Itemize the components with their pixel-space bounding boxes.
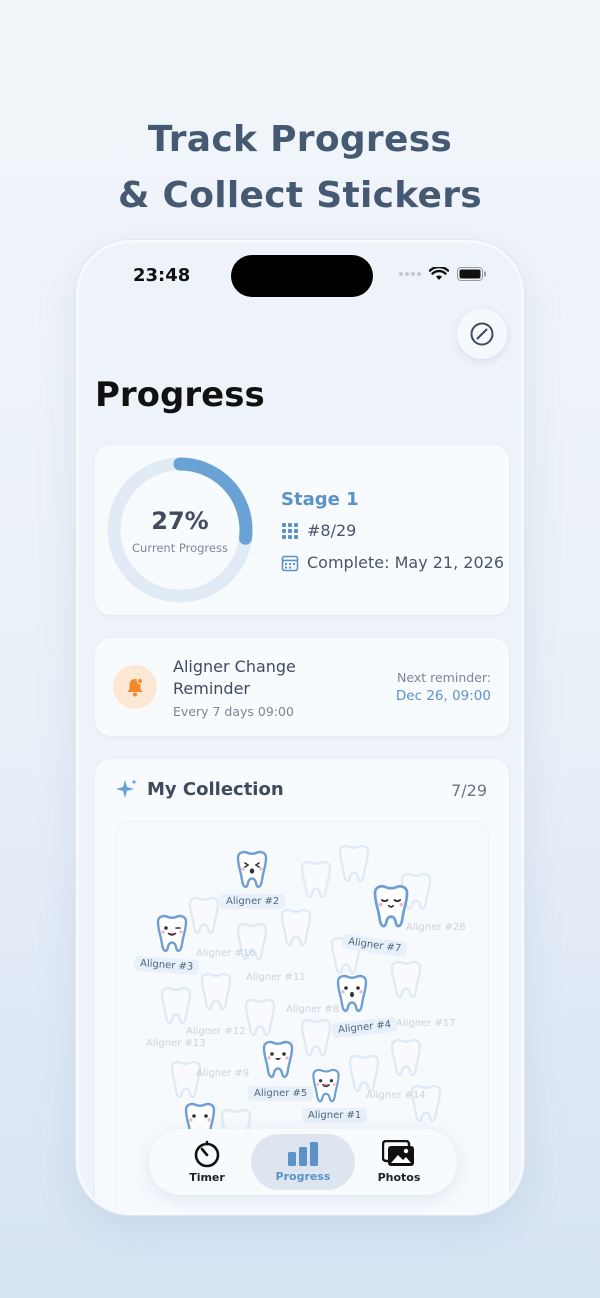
- reminder-title: Aligner Change Reminder: [173, 657, 296, 698]
- complete-date: Complete: May 21, 2026: [307, 553, 504, 572]
- locked-tooth-icon: [300, 860, 332, 898]
- edit-button[interactable]: [457, 309, 507, 359]
- locked-sticker-label: Aligner #16: [196, 948, 256, 959]
- locked-tooth-icon: [280, 908, 312, 946]
- tooth-sticker-3-icon[interactable]: [152, 914, 192, 956]
- aligner-index-row: #8/29: [281, 521, 356, 540]
- reminder-schedule: Every 7 days 09:00: [173, 704, 294, 719]
- locked-tooth-icon: [390, 960, 422, 998]
- bell-badge: [113, 665, 157, 709]
- locked-sticker-label: Aligner #28: [406, 922, 466, 933]
- tab-label: Photos: [377, 1171, 421, 1184]
- timer-icon: [194, 1140, 220, 1168]
- locked-tooth-icon: [244, 998, 276, 1036]
- locked-sticker-label: Aligner #17: [396, 1018, 456, 1029]
- sticker-label: Aligner #2: [220, 894, 286, 909]
- tooth-sticker-4-icon[interactable]: [332, 974, 372, 1016]
- tab-label: Timer: [189, 1171, 225, 1184]
- sticker-label: Aligner #5: [248, 1086, 314, 1101]
- stage-title: Stage 1: [281, 489, 359, 510]
- phone-frame: 23:48 Progress 27% Current Progress Stag…: [76, 240, 524, 1215]
- sparkle-icon: [116, 779, 137, 798]
- tooth-sticker-5-icon[interactable]: [258, 1040, 298, 1082]
- progress-ring-text: 27% Current Progress: [105, 455, 255, 605]
- grid-icon: [282, 522, 298, 539]
- battery-icon: [457, 267, 486, 281]
- dynamic-island: [231, 255, 373, 297]
- locked-tooth-icon: [390, 1038, 422, 1076]
- locked-tooth-icon: [160, 986, 192, 1024]
- status-icons: [399, 267, 487, 281]
- headline-line-2: & Collect Stickers: [117, 175, 483, 216]
- tooth-sticker-1-icon[interactable]: [308, 1068, 344, 1106]
- marketing-headline: Track Progress & Collect Stickers: [0, 112, 600, 224]
- sticker-label: Aligner #4: [331, 1016, 398, 1039]
- photos-icon: [382, 1140, 414, 1166]
- status-time: 23:48: [133, 265, 191, 286]
- next-reminder-value: Dec 26, 09:00: [395, 688, 491, 704]
- pencil-circle-icon: [470, 322, 494, 346]
- locked-tooth-icon: [170, 1060, 202, 1098]
- tab-label: Progress: [275, 1170, 331, 1183]
- locked-sticker-label: Aligner #13: [146, 1038, 206, 1049]
- locked-sticker-label: Aligner #11: [246, 972, 306, 983]
- tab-photos[interactable]: Photos: [347, 1134, 451, 1190]
- progress-percent: 27%: [151, 507, 209, 535]
- headline-line-1: Track Progress: [147, 119, 453, 160]
- tab-progress[interactable]: Progress: [251, 1134, 355, 1190]
- complete-date-row: Complete: May 21, 2026: [281, 553, 504, 572]
- calendar-icon: [281, 555, 299, 571]
- next-reminder-label: Next reminder:: [397, 670, 491, 685]
- page-title: Progress: [95, 375, 265, 415]
- locked-tooth-icon: [338, 844, 370, 882]
- locked-sticker-label: Aligner #12: [186, 1026, 246, 1037]
- locked-tooth-icon: [200, 972, 232, 1010]
- bell-icon: [127, 677, 144, 697]
- sticker-label: Aligner #3: [133, 955, 200, 976]
- progress-card[interactable]: 27% Current Progress Stage 1 #8/29 Compl…: [95, 445, 509, 615]
- progress-caption: Current Progress: [132, 541, 228, 555]
- wifi-icon: [429, 267, 449, 280]
- tooth-sticker-2-icon[interactable]: [232, 850, 272, 892]
- locked-sticker-label: Aligner #9: [196, 1068, 250, 1079]
- collection-count: 7/29: [451, 781, 487, 800]
- tooth-sticker-7-icon[interactable]: [368, 884, 414, 932]
- tab-timer[interactable]: Timer: [155, 1134, 259, 1190]
- tab-bar: Timer Progress Photos: [149, 1129, 457, 1195]
- cellular-signal-icon: [399, 272, 421, 276]
- sticker-label: Aligner #1: [302, 1108, 368, 1123]
- reminder-card[interactable]: Aligner Change Reminder Every 7 days 09:…: [95, 638, 509, 736]
- aligner-index: #8/29: [307, 521, 357, 540]
- locked-tooth-icon: [300, 1018, 332, 1056]
- collection-title: My Collection: [147, 779, 284, 800]
- bar-chart-icon: [288, 1142, 318, 1166]
- locked-sticker-label: Aligner #14: [366, 1090, 426, 1101]
